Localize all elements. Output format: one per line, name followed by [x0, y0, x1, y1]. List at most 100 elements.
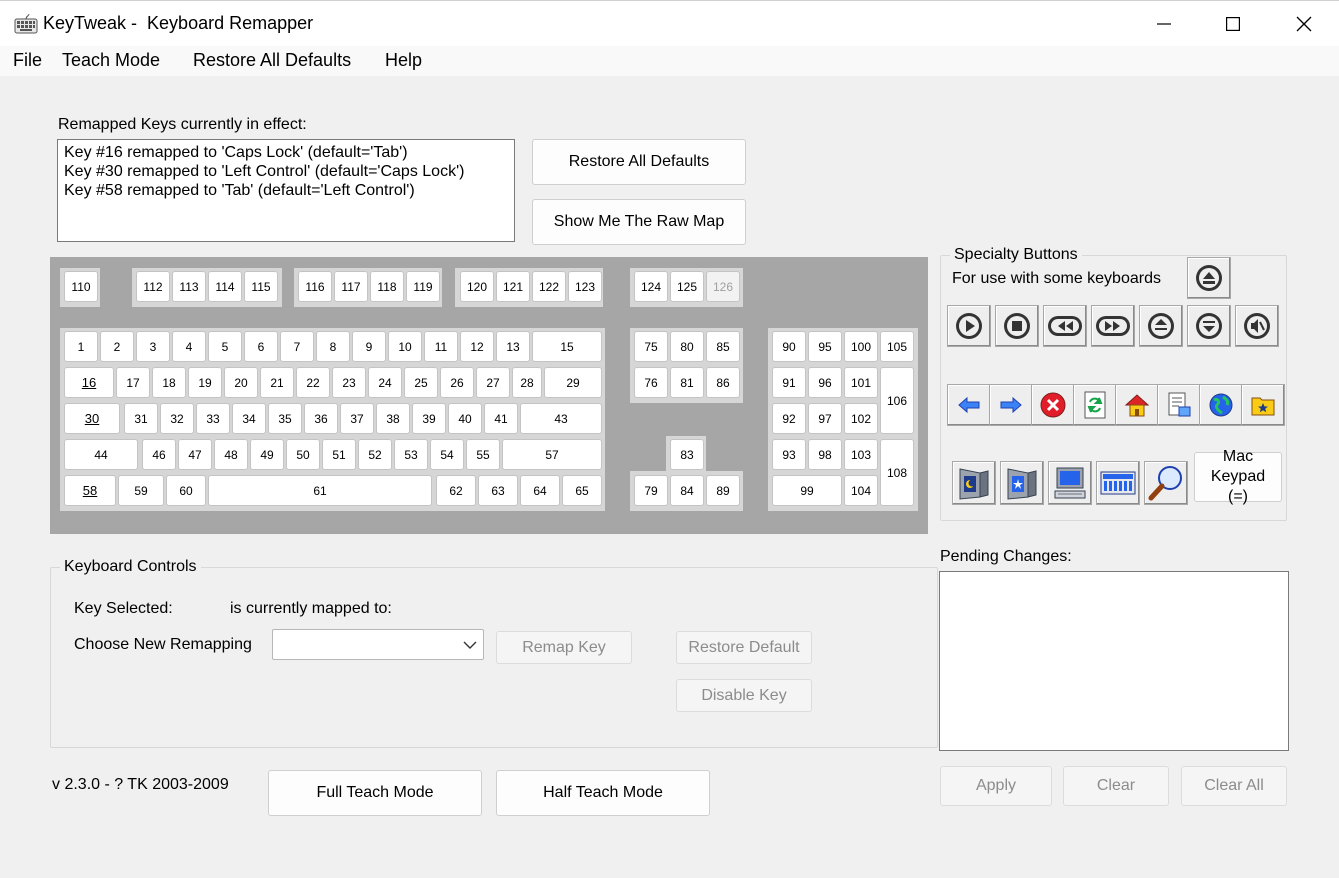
key-60[interactable]: 60	[166, 475, 206, 506]
key-117[interactable]: 117	[334, 271, 368, 302]
key-118[interactable]: 118	[370, 271, 404, 302]
key-47[interactable]: 47	[178, 439, 212, 470]
forward-button[interactable]	[989, 384, 1033, 426]
restore-default-button[interactable]: Restore Default	[676, 631, 812, 664]
key-92[interactable]: 92	[772, 403, 806, 434]
key-39[interactable]: 39	[412, 403, 446, 434]
key-84[interactable]: 84	[670, 475, 704, 506]
key-121[interactable]: 121	[496, 271, 530, 302]
remap-key-button[interactable]: Remap Key	[496, 631, 632, 664]
key-95[interactable]: 95	[808, 331, 842, 362]
key-10[interactable]: 10	[388, 331, 422, 362]
menu-file[interactable]: File	[11, 50, 44, 71]
key-27[interactable]: 27	[476, 367, 510, 398]
key-98[interactable]: 98	[808, 439, 842, 470]
show-raw-map-button[interactable]: Show Me The Raw Map	[532, 199, 746, 245]
key-75[interactable]: 75	[634, 331, 668, 362]
key-50[interactable]: 50	[286, 439, 320, 470]
key-51[interactable]: 51	[322, 439, 356, 470]
home-button[interactable]	[1115, 384, 1159, 426]
key-106[interactable]: 106	[880, 367, 914, 434]
key-24[interactable]: 24	[368, 367, 402, 398]
key-80[interactable]: 80	[670, 331, 704, 362]
key-115[interactable]: 115	[244, 271, 278, 302]
search-page-button[interactable]	[1157, 384, 1201, 426]
key-58[interactable]: 58	[64, 475, 116, 506]
volume-up-button[interactable]	[1139, 305, 1183, 347]
key-102[interactable]: 102	[844, 403, 878, 434]
key-76[interactable]: 76	[634, 367, 668, 398]
remapped-keys-list[interactable]: Key #16 remapped to 'Caps Lock' (default…	[57, 139, 515, 242]
key-113[interactable]: 113	[172, 271, 206, 302]
browser-stop-button[interactable]	[1031, 384, 1075, 426]
menu-help[interactable]: Help	[383, 50, 424, 71]
key-65[interactable]: 65	[562, 475, 602, 506]
key-48[interactable]: 48	[214, 439, 248, 470]
key-93[interactable]: 93	[772, 439, 806, 470]
key-31[interactable]: 31	[124, 403, 158, 434]
key-101[interactable]: 101	[844, 367, 878, 398]
key-116[interactable]: 116	[298, 271, 332, 302]
key-123[interactable]: 123	[568, 271, 602, 302]
key-26[interactable]: 26	[440, 367, 474, 398]
key-7[interactable]: 7	[280, 331, 314, 362]
key-40[interactable]: 40	[448, 403, 482, 434]
mute-button[interactable]	[1235, 305, 1279, 347]
key-18[interactable]: 18	[152, 367, 186, 398]
key-11[interactable]: 11	[424, 331, 458, 362]
key-1[interactable]: 1	[64, 331, 98, 362]
key-53[interactable]: 53	[394, 439, 428, 470]
key-124[interactable]: 124	[634, 271, 668, 302]
key-63[interactable]: 63	[478, 475, 518, 506]
eject-button[interactable]	[1187, 257, 1231, 299]
key-8[interactable]: 8	[316, 331, 350, 362]
key-90[interactable]: 90	[772, 331, 806, 362]
fast-forward-button[interactable]	[1091, 305, 1135, 347]
key-52[interactable]: 52	[358, 439, 392, 470]
volume-down-button[interactable]	[1187, 305, 1231, 347]
list-item[interactable]: Key #30 remapped to 'Left Control' (defa…	[64, 162, 508, 181]
restore-all-defaults-button[interactable]: Restore All Defaults	[532, 139, 746, 185]
key-114[interactable]: 114	[208, 271, 242, 302]
key-54[interactable]: 54	[430, 439, 464, 470]
favorites-button[interactable]	[1241, 384, 1285, 426]
key-122[interactable]: 122	[532, 271, 566, 302]
minimize-button[interactable]	[1141, 5, 1187, 43]
key-100[interactable]: 100	[844, 331, 878, 362]
key-119[interactable]: 119	[406, 271, 440, 302]
key-32[interactable]: 32	[160, 403, 194, 434]
key-57[interactable]: 57	[502, 439, 602, 470]
key-2[interactable]: 2	[100, 331, 134, 362]
key-16[interactable]: 16	[64, 367, 114, 398]
key-30[interactable]: 30	[64, 403, 120, 434]
close-button[interactable]	[1281, 5, 1327, 43]
key-44[interactable]: 44	[64, 439, 138, 470]
key-108[interactable]: 108	[880, 439, 914, 506]
my-computer-button[interactable]	[1048, 461, 1092, 505]
new-remapping-dropdown[interactable]	[272, 629, 484, 660]
key-43[interactable]: 43	[520, 403, 602, 434]
key-55[interactable]: 55	[466, 439, 500, 470]
key-120[interactable]: 120	[460, 271, 494, 302]
key-23[interactable]: 23	[332, 367, 366, 398]
key-62[interactable]: 62	[436, 475, 476, 506]
key-36[interactable]: 36	[304, 403, 338, 434]
key-22[interactable]: 22	[296, 367, 330, 398]
key-21[interactable]: 21	[260, 367, 294, 398]
back-button[interactable]	[947, 384, 991, 426]
key-29[interactable]: 29	[544, 367, 602, 398]
key-9[interactable]: 9	[352, 331, 386, 362]
key-41[interactable]: 41	[484, 403, 518, 434]
key-6[interactable]: 6	[244, 331, 278, 362]
key-35[interactable]: 35	[268, 403, 302, 434]
key-103[interactable]: 103	[844, 439, 878, 470]
key-3[interactable]: 3	[136, 331, 170, 362]
key-99[interactable]: 99	[772, 475, 842, 506]
key-105[interactable]: 105	[880, 331, 914, 362]
half-teach-mode-button[interactable]: Half Teach Mode	[496, 770, 710, 816]
maximize-button[interactable]	[1210, 5, 1256, 43]
clear-all-button[interactable]: Clear All	[1181, 766, 1287, 806]
key-4[interactable]: 4	[172, 331, 206, 362]
key-46[interactable]: 46	[142, 439, 176, 470]
pending-changes-list[interactable]	[939, 571, 1289, 751]
